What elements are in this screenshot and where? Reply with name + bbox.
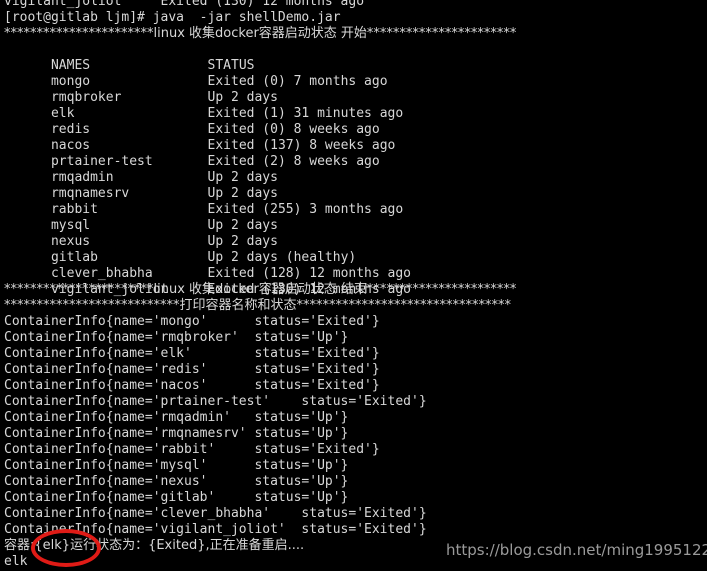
row-gap-2 (74, 106, 207, 121)
container-name: nacos (50, 138, 91, 153)
container-name: rmqbroker (50, 90, 122, 105)
list-item: ContainerInfo{name='rmqbroker' status='U… (4, 330, 349, 345)
list-item: ContainerInfo{name='mysql' status='Up'} (4, 458, 349, 473)
container-name: rabbit (50, 202, 98, 217)
container-status: Exited (137) 8 weeks ago (207, 138, 396, 153)
docker-ps-header-row: NAMES STATUS (4, 42, 704, 73)
container-name: nexus (50, 234, 91, 249)
list-item: ContainerInfo{name='redis' status='Exite… (4, 362, 380, 377)
list-item: ContainerInfo{name='rmqnamesrv' status='… (4, 426, 349, 441)
container-name: elk (50, 106, 75, 121)
container-status: Up 2 days (207, 234, 278, 249)
container-name: gitlab (50, 250, 98, 265)
container-status: Exited (255) 3 months ago (207, 202, 404, 217)
container-name: rmqadmin (50, 170, 114, 185)
row-gap-0 (90, 74, 207, 89)
list-item: ContainerInfo{name='prtainer-test' statu… (4, 394, 427, 409)
row-gap-4 (90, 138, 207, 153)
container-name: mongo (50, 74, 91, 89)
terminal-screen: vigilant_joliot Exited (130) 12 months a… (4, 0, 704, 571)
container-status: Exited (0) 8 weeks ago (207, 122, 380, 137)
row-gap-9 (90, 218, 207, 233)
restart-status-text: 运行状态为：{Exited},正在准备重启.... (70, 538, 305, 553)
row-gap-1 (121, 90, 207, 105)
container-name: prtainer-test (50, 154, 153, 169)
list-item: ContainerInfo{name='clever_bhabha' statu… (4, 506, 427, 521)
row-gap-11 (98, 250, 208, 265)
list-item: ContainerInfo{name='gitlab' status='Up'} (4, 490, 349, 505)
container-status: Exited (128) 12 months ago (207, 266, 412, 281)
list-item: ContainerInfo{name='rabbit' status='Exit… (4, 442, 380, 457)
header-gap-0 (90, 58, 207, 73)
container-name: clever_bhabha (50, 266, 153, 281)
column-header-names: NAMES (50, 58, 91, 73)
scrollback-partial-line: vigilant_joliot Exited (130) 12 months a… (4, 0, 365, 9)
container-name: rmqnamesrv (50, 186, 130, 201)
list-item: ContainerInfo{name='mongo' status='Exite… (4, 314, 380, 329)
list-item: ContainerInfo{name='nexus' status='Up'} (4, 474, 349, 489)
tail-text: elk (4, 554, 28, 569)
list-item: ContainerInfo{name='vigilant_joliot' sta… (4, 522, 427, 537)
container-status: Exited (0) 7 months ago (207, 74, 388, 89)
container-status: Exited (2) 8 weeks ago (207, 154, 380, 169)
banner-print-line: ***************************打印容器名称和状态****… (4, 298, 512, 313)
banner-end-line: ***********************linux 收集docker容器启… (4, 282, 517, 297)
restart-target-label: 容器:{elk} (4, 538, 71, 553)
list-item: ContainerInfo{name='rmqadmin' status='Up… (4, 410, 349, 425)
column-header-status: STATUS (207, 58, 255, 73)
container-status: Up 2 days (207, 186, 278, 201)
row-gap-3 (90, 122, 207, 137)
list-item: ContainerInfo{name='nacos' status='Exite… (4, 378, 380, 393)
banner-start-line: ***********************linux 收集docker容器启… (4, 26, 517, 41)
row-gap-5 (153, 154, 208, 169)
terminal-window[interactable]: vigilant_joliot Exited (130) 12 months a… (0, 0, 707, 571)
container-status: Up 2 days (healthy) (207, 250, 357, 265)
row-gap-6 (114, 170, 208, 185)
shell-prompt-line: [root@gitlab ljm]# java -jar shellDemo.j… (4, 10, 341, 25)
list-item: ContainerInfo{name='elk' status='Exited'… (4, 346, 380, 361)
row-gap-10 (90, 234, 207, 249)
row-gap-12 (153, 266, 208, 281)
row-gap-7 (129, 186, 207, 201)
container-name: mysql (50, 218, 91, 233)
container-status: Up 2 days (207, 90, 278, 105)
container-status: Exited (1) 31 minutes ago (207, 106, 404, 121)
row-gap-8 (98, 202, 208, 217)
watermark-url: https://blog.csdn.net/ming19951224 (446, 541, 707, 559)
container-status: Up 2 days (207, 170, 278, 185)
container-name: redis (50, 122, 91, 137)
container-status: Up 2 days (207, 218, 278, 233)
